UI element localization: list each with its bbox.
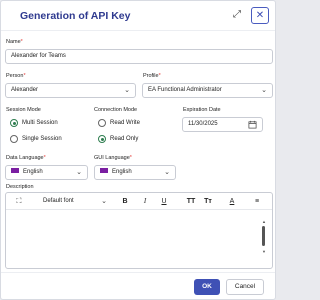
ok-button[interactable]: OK — [194, 279, 220, 295]
profile-select[interactable]: EA Functional Administrator ⌄ — [142, 83, 273, 98]
text-color-icon[interactable]: A — [226, 195, 238, 208]
close-button[interactable]: ✕ — [251, 7, 269, 24]
font-size-increase-icon[interactable]: TT — [184, 195, 198, 208]
chevron-down-icon: ⌄ — [101, 198, 107, 205]
description-editor[interactable]: ⛶ Default font ⌄ B I U TT Tт A ≡ ▲ ▼ — [5, 192, 273, 269]
close-icon: ✕ — [255, 10, 265, 21]
cancel-button[interactable]: Cancel — [226, 279, 264, 295]
data-language-select[interactable]: English ⌄ — [5, 165, 88, 180]
flag-icon — [100, 167, 108, 173]
gui-language-label: GUI Language* — [94, 155, 132, 161]
person-select[interactable]: Alexander ⌄ — [5, 83, 136, 98]
radio-multi-session[interactable]: Multi Session — [10, 119, 58, 127]
expand-icon[interactable]: ⤢ — [231, 9, 243, 21]
radio-unselected-icon — [98, 119, 106, 127]
person-label: Person* — [6, 73, 26, 79]
scrollbar-thumb[interactable] — [262, 226, 265, 246]
editor-toolbar: ⛶ Default font ⌄ B I U TT Tт A ≡ — [6, 193, 272, 210]
scroll-up-icon[interactable]: ▲ — [262, 219, 266, 224]
expiration-date-label: Expiration Date — [183, 107, 221, 113]
api-key-dialog: Generation of API Key ⤢ ✕ Name* Alexande… — [0, 0, 276, 300]
radio-selected-icon — [10, 119, 18, 127]
dialog-header: Generation of API Key ⤢ ✕ — [1, 1, 275, 31]
radio-single-session[interactable]: Single Session — [10, 135, 62, 143]
name-input[interactable]: Alexander for Teams — [5, 49, 273, 64]
fullscreen-icon[interactable]: ⛶ — [13, 195, 25, 208]
name-label: Name* — [6, 39, 23, 45]
profile-label: Profile* — [143, 73, 161, 79]
radio-selected-icon — [98, 135, 106, 143]
font-select[interactable]: Default font ⌄ — [36, 195, 112, 208]
gui-language-select[interactable]: English ⌄ — [94, 165, 176, 180]
calendar-icon[interactable] — [248, 120, 257, 129]
font-size-decrease-icon[interactable]: Tт — [202, 195, 214, 208]
footer-divider — [1, 272, 275, 273]
chevron-down-icon: ⌄ — [261, 87, 267, 94]
chevron-down-icon: ⌄ — [76, 169, 82, 176]
flag-icon — [11, 167, 19, 173]
session-mode-label: Session Mode — [6, 107, 41, 113]
underline-icon[interactable]: U — [158, 195, 170, 208]
description-label: Description — [6, 184, 34, 190]
bold-icon[interactable]: B — [119, 195, 131, 208]
radio-read-write[interactable]: Read Write — [98, 119, 140, 127]
align-icon[interactable]: ≡ — [251, 195, 263, 208]
chevron-down-icon: ⌄ — [164, 169, 170, 176]
italic-icon[interactable]: I — [139, 195, 151, 208]
dialog-title: Generation of API Key — [20, 10, 131, 22]
radio-unselected-icon — [10, 135, 18, 143]
scroll-down-icon[interactable]: ▼ — [262, 249, 266, 254]
expiration-date-input[interactable]: 11/30/2025 — [182, 117, 263, 132]
radio-read-only[interactable]: Read Only — [98, 135, 138, 143]
chevron-down-icon: ⌄ — [124, 87, 130, 94]
connection-mode-label: Connection Mode — [94, 107, 138, 113]
data-language-label: Data Language* — [6, 155, 46, 161]
